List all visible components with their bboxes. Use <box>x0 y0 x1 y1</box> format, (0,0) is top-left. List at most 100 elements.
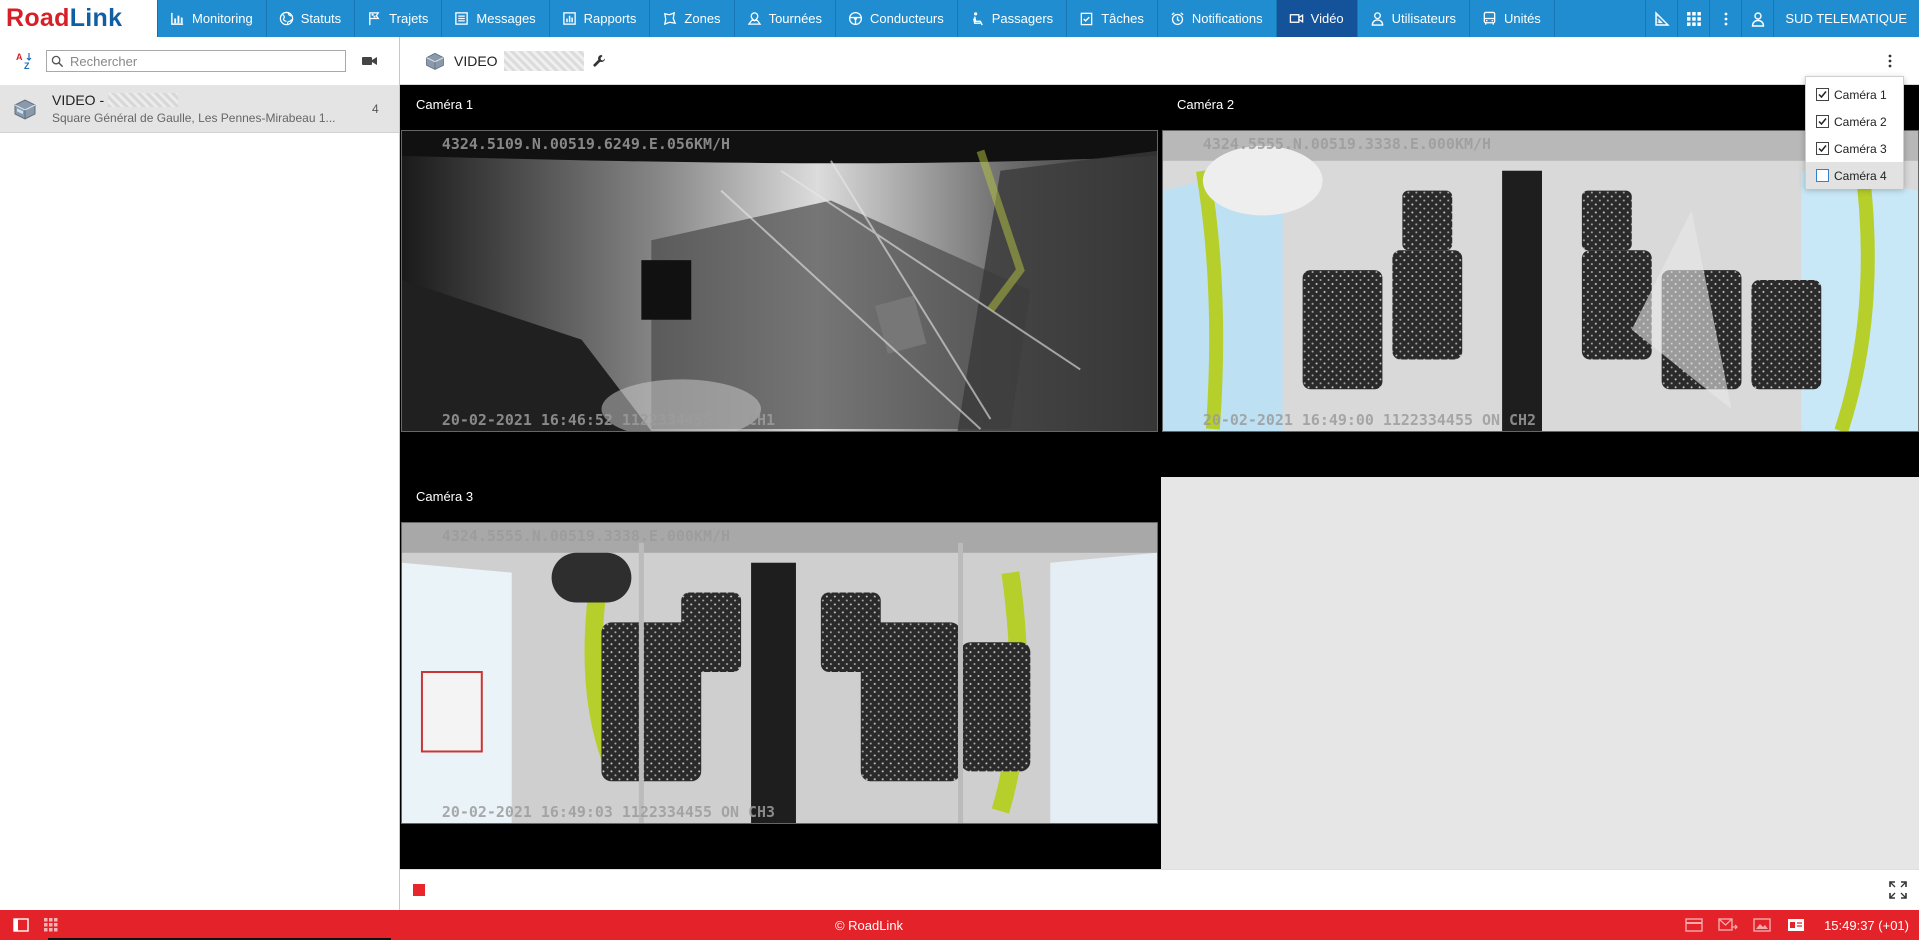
nav-item-video[interactable]: Vidéo <box>1276 0 1358 37</box>
more-options-button[interactable] <box>1709 0 1741 37</box>
steering-wheel-icon <box>848 11 863 26</box>
checkbox-checked-icon[interactable] <box>1816 115 1829 128</box>
camera-options-button[interactable] <box>1881 51 1899 71</box>
camera-panel-3: Caméra 3 4324.5555.N.00519.3338.E.000KM/… <box>400 477 1161 869</box>
nav-label-notifications: Notifications <box>1191 11 1263 26</box>
nav-item-unites[interactable]: Unités <box>1470 0 1555 37</box>
status-icons: 15:49:37 (+01) <box>1684 910 1919 940</box>
nav-item-rapports[interactable]: Rapports <box>550 0 651 37</box>
camera-panel-1: Caméra 1 4324.5109.N.00519.6249.E.056KM/… <box>400 85 1161 477</box>
nav-item-conducteurs[interactable]: Conducteurs <box>836 0 958 37</box>
camera-1-image: 4324.5109.N.00519.6249.E.056KM/H 20-02-20… <box>402 131 1157 431</box>
svg-text:Z: Z <box>24 61 30 71</box>
camera-osd-bottom: 20-02-2021 16:49:00 1122334455 ON CH2 <box>1203 411 1536 429</box>
camera-option-4[interactable]: Caméra 4 <box>1806 162 1903 189</box>
camera-3-image: 4324.5555.N.00519.3338.E.000KM/H 20-02-20… <box>402 523 1157 823</box>
grid-layout-button[interactable] <box>42 916 60 934</box>
video-camera-filter-icon <box>362 57 377 65</box>
camera-feed-1[interactable]: 4324.5109.N.00519.6249.E.056KM/H 20-02-20… <box>401 130 1158 432</box>
mail-status[interactable] <box>1718 917 1738 933</box>
search-input[interactable] <box>70 53 340 69</box>
image-status[interactable] <box>1752 917 1772 933</box>
roadlink-logo[interactable]: Road Link <box>0 0 158 37</box>
apps-grid-button[interactable] <box>1677 0 1709 37</box>
camera-label: Caméra 2 <box>1177 97 1235 112</box>
nav-item-passagers[interactable]: Passagers <box>958 0 1068 37</box>
nav-item-utilisateurs[interactable]: Utilisateurs <box>1358 0 1470 37</box>
grid-icon <box>1686 11 1701 26</box>
driver-card-status[interactable] <box>1786 917 1806 933</box>
vehicle-name: VIDEO - <box>52 92 352 108</box>
nav-item-tournees[interactable]: Tournées <box>735 0 837 37</box>
nav-label-conducteurs: Conducteurs <box>870 11 944 26</box>
camera-option-3[interactable]: Caméra 3 <box>1806 135 1903 162</box>
camera-option-1[interactable]: Caméra 1 <box>1806 81 1903 108</box>
redacted-vehicle-id <box>108 93 179 107</box>
nav-label-monitoring: Monitoring <box>192 11 253 26</box>
kebab-menu-icon <box>1724 12 1728 25</box>
ruler-triangle-icon <box>1655 10 1670 26</box>
envelope-forward-icon <box>1718 918 1738 931</box>
checkbox-checked-icon[interactable] <box>1816 142 1829 155</box>
camera-osd-bottom: 20-02-2021 16:46:52 1122334455 ON CH1 <box>442 411 775 429</box>
user-icon <box>1371 12 1383 26</box>
measure-tool-button[interactable] <box>1645 0 1677 37</box>
panel-toggle-button[interactable] <box>12 916 30 934</box>
unit-list-toolbar: A Z <box>0 37 399 85</box>
video-title-label: VIDEO <box>454 52 498 69</box>
account-name[interactable]: SUD TELEMATIQUE <box>1773 0 1919 37</box>
nav-label-trajets: Trajets <box>389 11 429 26</box>
nav-label-utilisateurs: Utilisateurs <box>1391 11 1456 26</box>
checkbox-unchecked-icon[interactable] <box>1816 169 1829 182</box>
wrench-icon[interactable] <box>592 54 606 68</box>
alarm-clock-icon <box>1171 12 1184 26</box>
nav-item-messages[interactable]: Messages <box>442 0 550 37</box>
video-header: VIDEO <box>400 37 1919 85</box>
vehicle-name-label: VIDEO - <box>52 92 105 108</box>
nav-item-trajets[interactable]: Trajets <box>355 0 443 37</box>
nav-item-taches[interactable]: Tâches <box>1067 0 1158 37</box>
nav-item-statuts[interactable]: Statuts <box>267 0 356 37</box>
camera-osd-top: 4324.5555.N.00519.3338.E.000KM/H <box>442 527 730 545</box>
user-account-button[interactable] <box>1741 0 1773 37</box>
id-card-icon <box>1788 919 1805 931</box>
vehicle-unit-icon <box>14 98 36 120</box>
video-controls-bar <box>400 869 1919 910</box>
camera-option-label: Caméra 1 <box>1834 87 1887 102</box>
user-account-icon <box>1751 11 1765 27</box>
top-navigation-bar: Road Link Monitoring Statuts Trajets Mess… <box>0 0 1919 37</box>
nav-item-monitoring[interactable]: Monitoring <box>158 0 267 37</box>
vehicle-list-item[interactable]: VIDEO - Square Général de Gaulle, Les Pe… <box>0 85 399 133</box>
camera-label: Caméra 3 <box>416 489 474 504</box>
video-filter-button[interactable] <box>360 51 380 71</box>
card-reader-status[interactable] <box>1684 917 1704 933</box>
checkbox-checked-icon[interactable] <box>1816 88 1829 101</box>
video-grid: Caméra 1 4324.5109.N.00519.6249.E.056KM/… <box>400 85 1919 869</box>
map-pin-icon <box>747 12 761 25</box>
stop-recording-button[interactable] <box>413 884 425 896</box>
nav-label-tournees: Tournées <box>768 11 823 26</box>
camera-feed-3[interactable]: 4324.5555.N.00519.3338.E.000KM/H 20-02-20… <box>401 522 1158 824</box>
sort-az-button[interactable]: A Z <box>14 50 36 72</box>
fullscreen-icon[interactable] <box>1889 881 1907 899</box>
vehicle-text: VIDEO - Square Général de Gaulle, Les Pe… <box>52 92 352 125</box>
zone-polygon-icon <box>664 11 677 26</box>
redacted-vehicle-id <box>503 50 584 71</box>
message-list-icon <box>455 12 469 25</box>
camera-selection-dropdown: Caméra 1 Caméra 2 Caméra 3 Caméra 4 <box>1805 76 1904 189</box>
sidebar-layout-icon <box>13 918 29 932</box>
clock-time: 15:49:37 (+01) <box>1824 917 1909 933</box>
nav-item-notifications[interactable]: Notifications <box>1158 0 1277 37</box>
camera-option-2[interactable]: Caméra 2 <box>1806 108 1903 135</box>
video-title: VIDEO <box>454 50 606 71</box>
nav-label-taches: Tâches <box>1101 11 1144 26</box>
camera-label: Caméra 1 <box>416 97 474 112</box>
nav-item-zones[interactable]: Zones <box>650 0 735 37</box>
vehicle-camera-count: 4 <box>372 101 379 116</box>
camera-option-label: Caméra 4 <box>1834 168 1887 183</box>
layout-buttons <box>0 916 400 934</box>
card-icon <box>1685 918 1703 932</box>
vehicle-unit-icon <box>426 52 444 70</box>
camera-osd-top: 4324.5555.N.00519.3338.E.000KM/H <box>1203 135 1491 153</box>
sort-alpha-icon: A Z <box>16 52 32 71</box>
